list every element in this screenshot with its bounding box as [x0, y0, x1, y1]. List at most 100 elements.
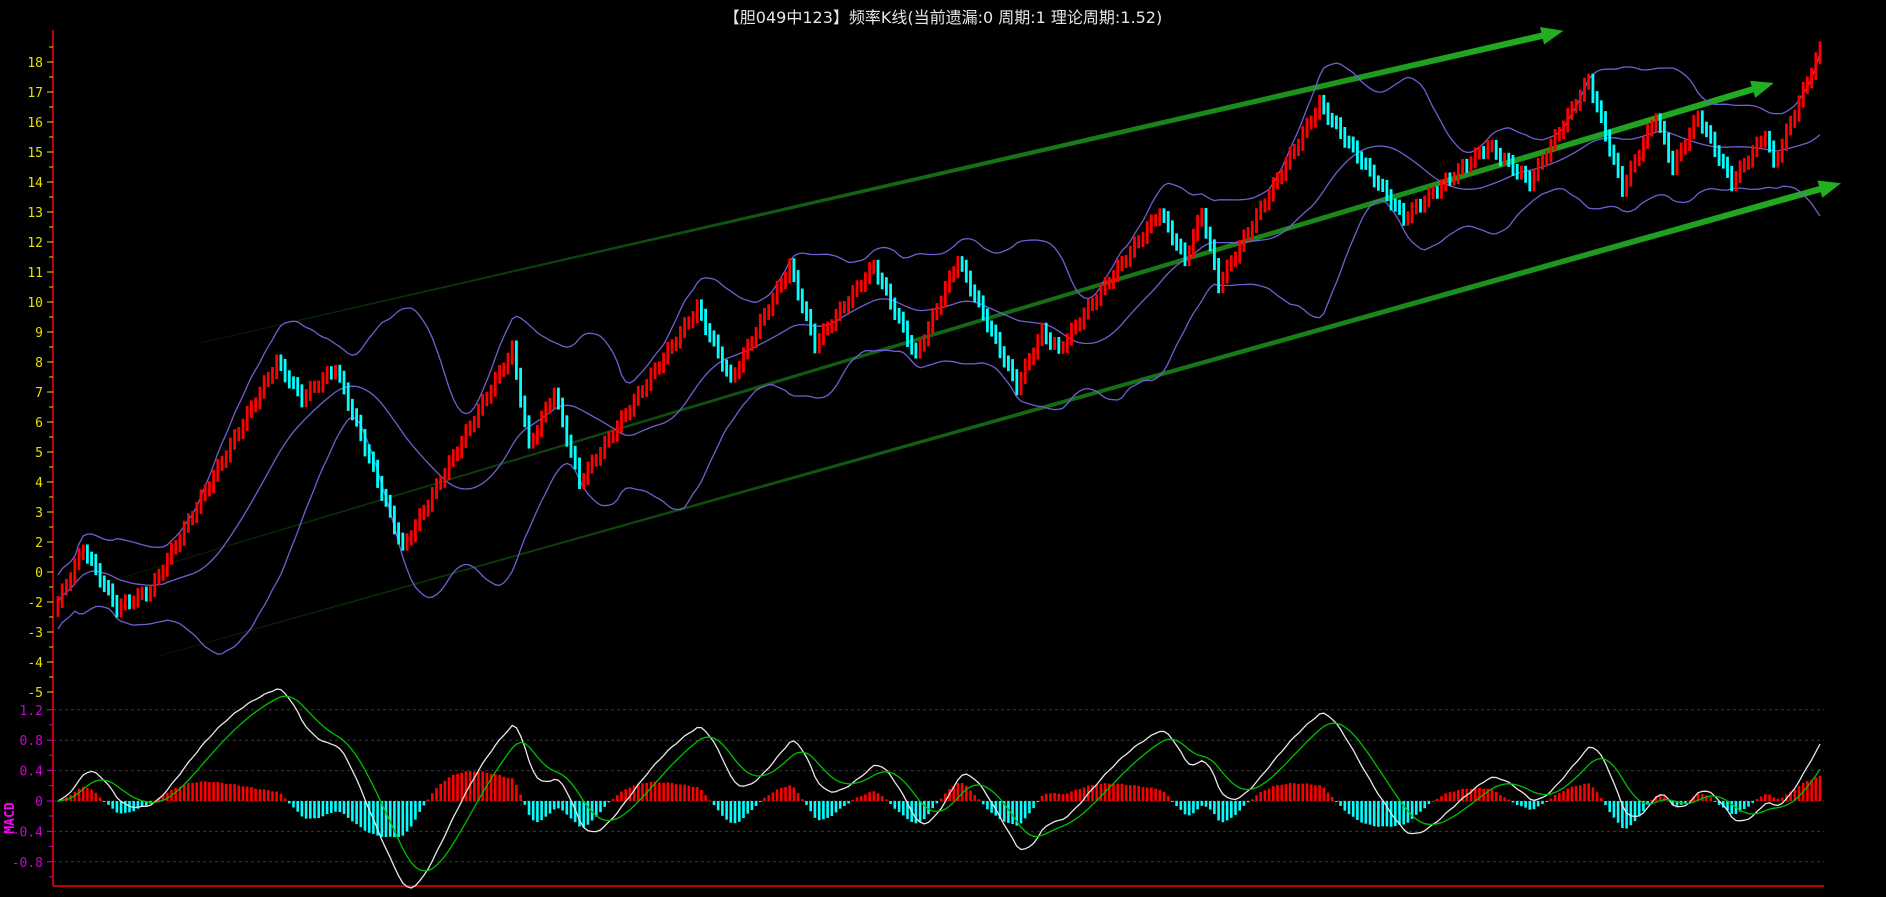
macd-bar-positive — [885, 799, 888, 801]
macd-bar-negative — [1356, 801, 1359, 820]
macd-bar-positive — [187, 783, 190, 801]
macd-bar-positive — [674, 784, 678, 801]
macd-bar-positive — [86, 787, 89, 801]
macd-bar-negative — [422, 801, 426, 806]
candle-up — [864, 272, 867, 292]
macd-bar-negative — [1028, 801, 1031, 814]
macd-bar-positive — [1162, 791, 1166, 801]
macd-bar-negative — [1217, 801, 1220, 821]
candle-up — [321, 372, 325, 393]
candle-down — [897, 308, 901, 324]
macd-bar-positive — [1166, 795, 1170, 801]
macd-bar-positive — [691, 786, 695, 801]
candle-up — [666, 341, 670, 365]
macd-bar-negative — [759, 801, 762, 802]
macd-bar-negative — [1171, 801, 1174, 802]
candle-down — [397, 522, 400, 545]
macd-bar-positive — [784, 786, 787, 801]
candle-up — [485, 391, 489, 407]
macd-bar-positive — [1440, 796, 1443, 801]
candle-up — [767, 304, 771, 320]
candle-up — [1032, 347, 1035, 365]
candle-up — [775, 280, 779, 305]
macd-bar-positive — [464, 771, 468, 801]
candle-up — [1553, 129, 1557, 151]
macd-bar-negative — [1019, 801, 1023, 824]
candle-down — [1330, 112, 1334, 128]
candle-down — [1213, 239, 1216, 270]
macd-bar-negative — [1419, 801, 1422, 812]
candle-up — [1196, 214, 1199, 241]
macd-bar-positive — [1129, 785, 1132, 801]
candle-up — [1536, 157, 1540, 182]
macd-y-tick-label: 0.8 — [20, 734, 43, 749]
macd-bar-positive — [90, 789, 93, 801]
candle-up — [1801, 81, 1805, 108]
candle-down — [973, 284, 977, 303]
candle-up — [1070, 322, 1073, 346]
candle-up — [56, 596, 60, 617]
macd-bar-negative — [721, 801, 724, 816]
candle-up — [1625, 174, 1628, 197]
macd-bar-positive — [267, 790, 270, 801]
candle-up — [1541, 154, 1544, 170]
macd-bar-positive — [519, 794, 522, 801]
macd-bar-positive — [1600, 798, 1603, 801]
macd-bar-positive — [632, 785, 636, 801]
macd-bar-negative — [1234, 801, 1237, 815]
candle-up — [1570, 101, 1574, 120]
macd-bar-negative — [1747, 801, 1750, 807]
candle-up — [750, 336, 754, 351]
macd-bar-negative — [738, 801, 741, 822]
y-tick-label: 2 — [35, 536, 43, 551]
macd-bar-positive — [1583, 783, 1586, 801]
candle-up — [1747, 155, 1750, 170]
candle-down — [287, 370, 291, 389]
candle-down — [1511, 155, 1515, 176]
macd-bar-positive — [1141, 787, 1145, 801]
macd-bar-negative — [1381, 801, 1384, 827]
macd-bar-positive — [1503, 797, 1506, 801]
macd-bar-negative — [838, 801, 842, 809]
candle-down — [977, 290, 981, 308]
candle-up — [1078, 317, 1082, 332]
macd-bar-positive — [199, 781, 203, 801]
candle-down — [338, 364, 342, 383]
candle-up — [691, 311, 695, 329]
candle-up — [1785, 123, 1788, 151]
macd-bar-negative — [725, 801, 728, 820]
macd-bar-negative — [1242, 801, 1246, 806]
macd-bar-positive — [203, 781, 207, 801]
candle-up — [531, 432, 535, 449]
candle-down — [296, 377, 300, 397]
candle-up — [620, 410, 623, 433]
macd-bar-positive — [1566, 788, 1569, 801]
macd-bar-positive — [224, 783, 228, 801]
macd-bar-positive — [973, 795, 976, 801]
candle-up — [451, 449, 455, 468]
candle-down — [1057, 337, 1061, 354]
macd-bar-positive — [1595, 792, 1599, 801]
macd-bar-negative — [363, 801, 367, 831]
macd-bar-negative — [1427, 801, 1431, 804]
macd-bar-negative — [1532, 801, 1536, 810]
macd-bar-negative — [754, 801, 758, 806]
macd-bar-positive — [510, 778, 514, 801]
candle-up — [1065, 333, 1069, 354]
macd-bar-positive — [1280, 784, 1283, 801]
macd-bar-positive — [880, 796, 884, 801]
candle-up — [1301, 126, 1305, 151]
candle-down — [1381, 178, 1385, 192]
candle-up — [683, 317, 686, 338]
candle-up — [662, 352, 665, 374]
candle-up — [943, 280, 947, 308]
candle-down — [1435, 186, 1439, 199]
macd-bar-positive — [876, 793, 880, 801]
macd-bar-positive — [1494, 792, 1498, 801]
candle-down — [1616, 152, 1620, 178]
candle-down — [964, 259, 968, 283]
candle-down — [1175, 233, 1178, 251]
macd-bar-negative — [729, 801, 733, 823]
macd-bar-positive — [1145, 787, 1149, 801]
candle-up — [548, 398, 552, 414]
